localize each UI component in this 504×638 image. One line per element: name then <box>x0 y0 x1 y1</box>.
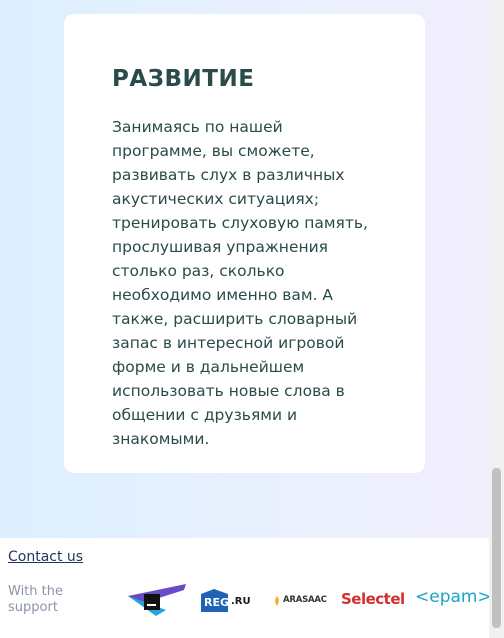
selectel-logo-text: Selectel <box>341 590 405 608</box>
epam-logo-text: <epam> <box>415 587 492 607</box>
sponsor-logo-arasaac[interactable]: ARASAAC <box>273 593 333 609</box>
arasaac-hand-icon <box>275 596 279 606</box>
regru-logo-suffix: .RU <box>231 596 251 607</box>
page-scrollbar[interactable] <box>489 0 504 638</box>
scrollbar-thumb[interactable] <box>492 468 501 628</box>
arasaac-logo-text: ARASAAC <box>283 595 327 605</box>
hearing-app-logo-icon <box>128 584 186 616</box>
contact-us-link[interactable]: Contact us <box>8 549 83 565</box>
sponsor-logo-selectel[interactable]: Selectel <box>341 589 405 611</box>
hero-section: РАЗВИТИЕ Занимаясь по нашей программе, в… <box>0 0 489 538</box>
card-title: РАЗВИТИЕ <box>112 66 255 92</box>
card-description: Занимаясь по нашей программе, вы сможете… <box>112 118 368 448</box>
support-label: With the support <box>8 584 63 615</box>
sponsor-logo-graphic[interactable] <box>126 582 188 618</box>
sponsor-logo-epam[interactable]: <epam> <box>415 586 492 612</box>
feature-card: РАЗВИТИЕ Занимаясь по нашей программе, в… <box>64 14 425 473</box>
sponsor-logo-regru[interactable]: REG .RU <box>200 588 256 614</box>
footer: Contact us With the support REG .RU ARAS… <box>0 538 492 638</box>
regru-logo-text: REG <box>204 596 230 609</box>
